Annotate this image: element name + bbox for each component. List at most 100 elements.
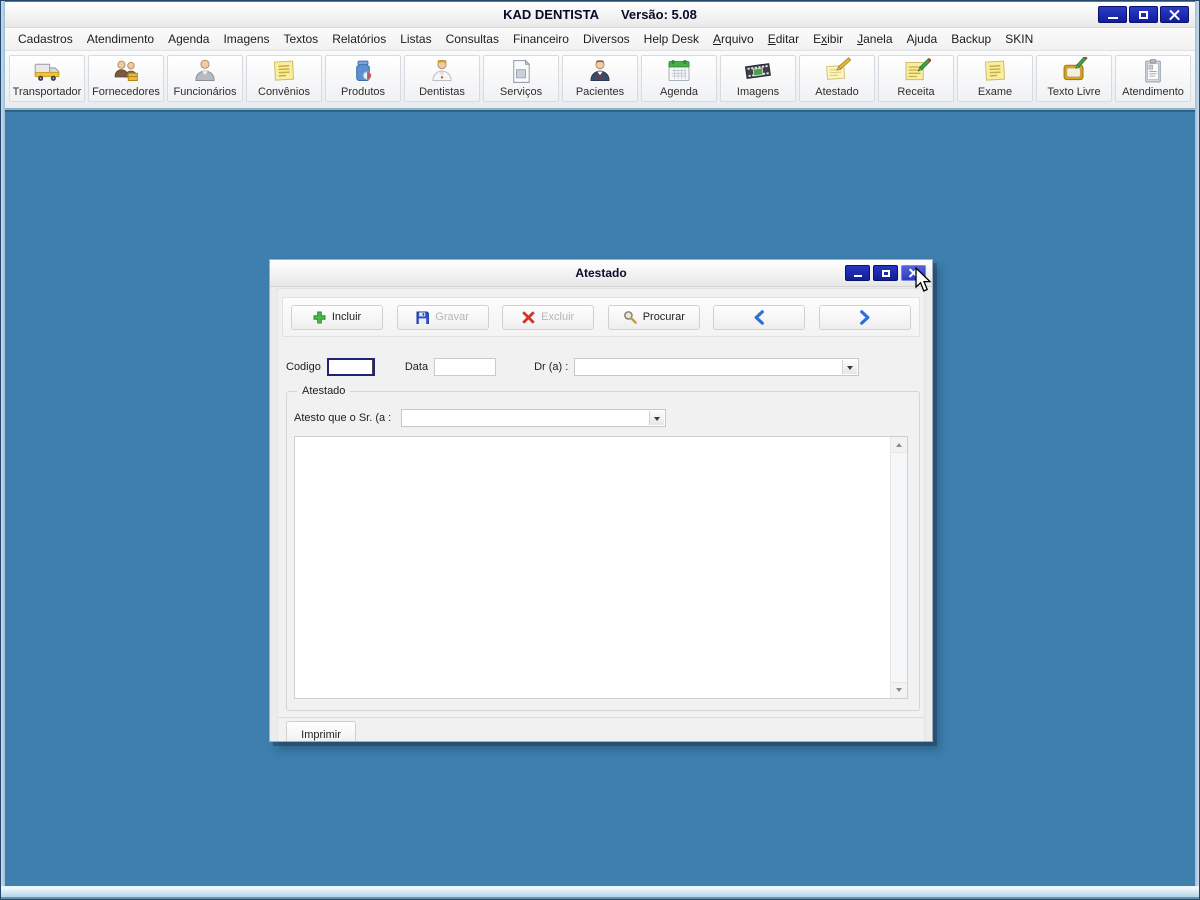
app-title: KAD DENTISTA Versão: 5.08 <box>503 7 697 22</box>
toolbar-label: Serviços <box>499 86 543 98</box>
data-input[interactable] <box>434 358 497 376</box>
groupbox-title: Atestado <box>297 385 351 397</box>
window-frame-left <box>1 1 5 899</box>
previous-record-button[interactable] <box>713 304 806 330</box>
codigo-label: Codigo <box>286 361 321 373</box>
dialog-close-button[interactable] <box>901 265 926 281</box>
imprimir-label: Imprimir <box>301 728 341 741</box>
toolbar-pacientes-button[interactable]: Pacientes <box>562 55 638 102</box>
atestado-textarea[interactable] <box>294 436 908 699</box>
atesto-combobox[interactable] <box>401 409 667 427</box>
menu-agenda[interactable]: Agenda <box>161 30 216 48</box>
menu-janela[interactable]: Janela <box>850 30 899 48</box>
toolbar-atendimento-button[interactable]: Atendimento <box>1115 55 1191 102</box>
toolbar-funcionarios-button[interactable]: Funcionários <box>167 55 243 102</box>
calendar-icon <box>668 60 690 82</box>
toolbar-produtos-button[interactable]: Produtos <box>325 55 401 102</box>
chevron-down-icon <box>654 416 661 424</box>
toolbar-convenios-button[interactable]: Convênios <box>246 55 322 102</box>
atestado-dialog: Atestado Incluir Gravar Excluir Procurar… <box>269 259 933 742</box>
menu-relatorios[interactable]: Relatórios <box>325 30 393 48</box>
imprimir-button[interactable]: Imprimir <box>286 721 356 741</box>
excluir-button[interactable]: Excluir <box>502 304 595 330</box>
scroll-up-button[interactable] <box>891 437 907 453</box>
desktop: KAD DENTISTA Versão: 5.08 Cadastros Aten… <box>0 0 1200 900</box>
app-version-text: Versão: 5.08 <box>620 7 697 22</box>
atestado-groupbox: Atestado Atesto que o Sr. (a : <box>286 385 920 711</box>
menu-arquivo[interactable]: Arquivo <box>706 30 761 48</box>
menu-exibir[interactable]: Exibir <box>806 30 850 48</box>
toolbar: Transportador Fornecedores Funcionários … <box>5 51 1195 110</box>
maximize-button[interactable] <box>1129 6 1158 23</box>
incluir-button[interactable]: Incluir <box>291 304 383 330</box>
menu-cadastros[interactable]: Cadastros <box>11 30 80 48</box>
atesto-row: Atesto que o Sr. (a : <box>294 408 667 428</box>
menu-skin[interactable]: SKIN <box>998 30 1040 48</box>
toolbar-label: Imagens <box>736 86 780 98</box>
toolbar-label: Agenda <box>660 86 698 98</box>
toolbar-atestado-button[interactable]: Atestado <box>799 55 875 102</box>
pad-pencil-icon <box>1063 57 1088 81</box>
dr-combobox[interactable] <box>574 358 860 376</box>
close-icon <box>1169 9 1180 20</box>
dialog-field-row: Codigo Data Dr (a) : <box>286 357 916 377</box>
menu-listas[interactable]: Listas <box>393 30 438 48</box>
menu-textos[interactable]: Textos <box>277 30 326 48</box>
toolbar-exame-button[interactable]: Exame <box>957 55 1033 102</box>
toolbar-texto-livre-button[interactable]: Texto Livre <box>1036 55 1112 102</box>
dialog-minimize-button[interactable] <box>845 265 870 281</box>
app-titlebar[interactable]: KAD DENTISTA Versão: 5.08 <box>5 2 1195 28</box>
menu-financeiro[interactable]: Financeiro <box>506 30 576 48</box>
toolbar-imagens-button[interactable]: Imagens <box>720 55 796 102</box>
chevron-left-icon <box>754 309 765 325</box>
gravar-button[interactable]: Gravar <box>396 304 489 330</box>
toolbar-servicos-button[interactable]: Serviços <box>483 55 559 102</box>
toolbar-label: Fornecedores <box>92 86 160 98</box>
excluir-label: Excluir <box>541 311 575 323</box>
employee-person-icon <box>195 59 215 82</box>
menu-ajuda[interactable]: Ajuda <box>900 30 945 48</box>
menu-atendimento[interactable]: Atendimento <box>80 30 161 48</box>
toolbar-agenda-button[interactable]: Agenda <box>641 55 717 102</box>
film-strip-icon <box>744 63 771 80</box>
chevron-right-icon <box>860 309 870 325</box>
window-controls <box>1098 6 1189 23</box>
search-icon <box>623 311 637 324</box>
menu-editar[interactable]: Editar <box>761 30 806 48</box>
product-jar-icon <box>356 60 372 82</box>
toolbar-receita-button[interactable]: Receita <box>878 55 954 102</box>
toolbar-dentistas-button[interactable]: Dentistas <box>404 55 480 102</box>
yellow-note-icon <box>984 60 1006 81</box>
menu-help-desk[interactable]: Help Desk <box>637 30 706 48</box>
dropdown-button[interactable] <box>842 360 858 374</box>
dialog-maximize-button[interactable] <box>873 265 898 281</box>
dropdown-button[interactable] <box>649 411 665 425</box>
truck-icon <box>34 63 60 81</box>
toolbar-fornecedores-button[interactable]: Fornecedores <box>88 55 164 102</box>
vertical-scrollbar[interactable] <box>890 437 907 698</box>
next-record-button[interactable] <box>818 304 911 330</box>
red-x-icon <box>522 310 535 324</box>
app-title-text: KAD DENTISTA <box>503 7 599 22</box>
toolbar-label: Receita <box>897 86 935 98</box>
menu-diversos[interactable]: Diversos <box>576 30 637 48</box>
maximize-icon <box>881 269 890 277</box>
scroll-down-button[interactable] <box>891 682 907 698</box>
triangle-up-icon <box>896 440 902 447</box>
close-icon <box>909 269 918 278</box>
yellow-note-icon <box>273 60 295 81</box>
incluir-label: Incluir <box>331 311 362 323</box>
menu-imagens[interactable]: Imagens <box>216 30 276 48</box>
toolbar-label: Funcionários <box>173 86 237 98</box>
codigo-input[interactable] <box>326 358 375 376</box>
menu-consultas[interactable]: Consultas <box>439 30 506 48</box>
dialog-toolbar: Incluir Gravar Excluir Procurar <box>282 297 920 337</box>
minimize-button[interactable] <box>1098 6 1127 23</box>
dialog-titlebar[interactable]: Atestado <box>270 260 932 287</box>
triangle-down-icon <box>896 688 902 695</box>
toolbar-label: Produtos <box>340 86 386 98</box>
procurar-button[interactable]: Procurar <box>607 304 700 330</box>
toolbar-transportador-button[interactable]: Transportador <box>9 55 85 102</box>
close-button[interactable] <box>1160 6 1189 23</box>
menu-backup[interactable]: Backup <box>944 30 998 48</box>
